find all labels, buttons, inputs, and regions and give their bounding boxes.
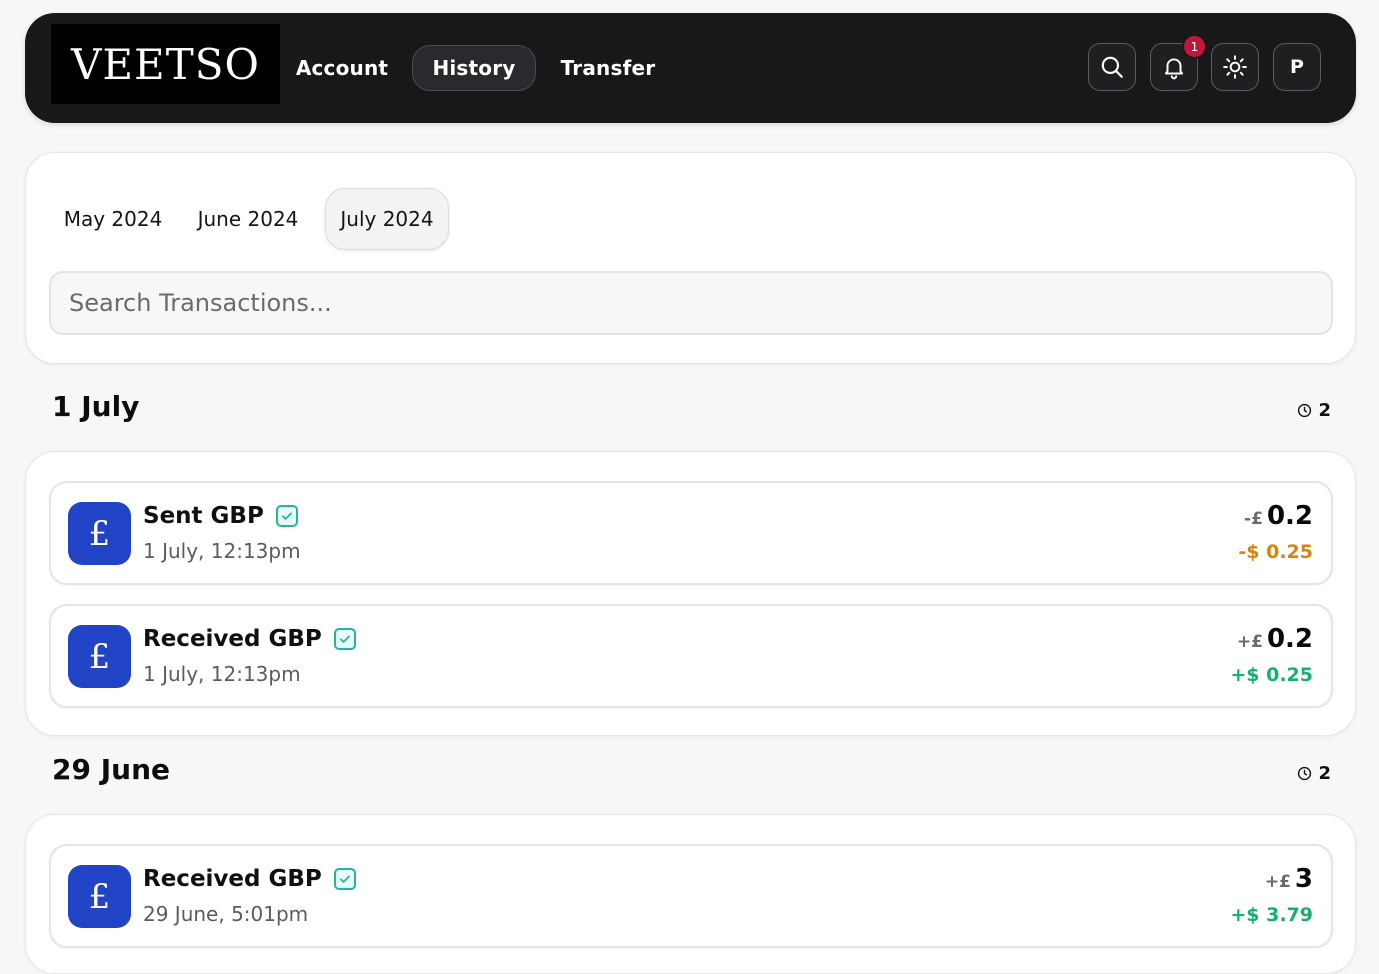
transaction-title: Sent GBP [143,503,264,529]
nav-tab-account[interactable]: Account [287,45,397,91]
amount-prefix: +£ [1236,632,1263,652]
transaction-time: 1 July, 12:13pm [143,662,301,686]
notification-badge: 1 [1182,34,1207,59]
month-tab-may[interactable]: May 2024 [51,188,175,250]
nav-tab-history[interactable]: History [412,45,536,91]
date-count-value: 2 [1318,400,1331,421]
transaction-group-card: £ Received GBP 29 June, 5:01pm +£ 3 +$ 3… [25,814,1356,974]
transaction-group-card: £ Sent GBP 1 July, 12:13pm -£ 0.2 -$ 0.2… [25,451,1356,736]
nav-tab-transfer[interactable]: Transfer [553,45,663,91]
transaction-amount: +£ 0.2 [1237,624,1313,654]
transaction-title-wrap: Sent GBP [143,503,298,529]
transaction-title: Received GBP [143,866,322,892]
amount-value: 0.2 [1266,501,1313,531]
verified-check-icon [333,628,356,650]
transaction-title: Received GBP [143,626,322,652]
month-tab-june[interactable]: June 2024 [186,188,310,250]
date-heading: 1 July [52,390,140,423]
transaction-row[interactable]: £ Sent GBP 1 July, 12:13pm -£ 0.2 -$ 0.2… [49,481,1333,585]
pound-icon: £ [68,865,131,928]
date-count-value: 2 [1318,763,1331,784]
transaction-row[interactable]: £ Received GBP 1 July, 12:13pm +£ 0.2 +$… [49,604,1333,708]
date-heading: 29 June [52,753,170,786]
logo[interactable]: VEETSO [51,24,280,104]
clock-icon [1298,403,1312,418]
date-count: 2 [1297,400,1331,421]
transaction-amount: -£ 0.2 [1244,501,1313,531]
date-count: 2 [1297,763,1331,784]
sun-icon [1223,55,1247,79]
filter-card: May 2024 June 2024 July 2024 [25,152,1356,364]
verified-check-icon [275,505,298,527]
theme-toggle-button[interactable] [1211,43,1259,91]
transaction-time: 29 June, 5:01pm [143,902,309,926]
amount-value: 3 [1294,864,1313,894]
pound-icon: £ [68,625,131,688]
transaction-time: 1 July, 12:13pm [143,539,301,563]
search-transactions-input[interactable] [49,271,1333,335]
transaction-title-wrap: Received GBP [143,866,356,892]
converted-amount: -$ 0.25 [1238,541,1313,563]
transaction-row[interactable]: £ Received GBP 29 June, 5:01pm +£ 3 +$ 3… [49,844,1333,948]
amount-value: 0.2 [1266,624,1313,654]
profile-button[interactable]: P [1273,43,1321,91]
pound-icon: £ [68,502,131,565]
clock-icon [1298,766,1312,781]
converted-amount: +$ 0.25 [1230,664,1313,686]
top-navbar: VEETSO Account History Transfer 1 P [25,13,1356,123]
verified-check-icon [333,868,356,890]
transaction-title-wrap: Received GBP [143,626,356,652]
search-icon [1101,56,1123,78]
bell-icon [1164,58,1184,80]
amount-prefix: -£ [1244,509,1263,529]
month-tab-july[interactable]: July 2024 [325,188,449,250]
transaction-amount: +£ 3 [1265,864,1313,894]
amount-prefix: +£ [1264,872,1291,892]
converted-amount: +$ 3.79 [1230,904,1313,926]
search-button[interactable] [1088,43,1136,91]
